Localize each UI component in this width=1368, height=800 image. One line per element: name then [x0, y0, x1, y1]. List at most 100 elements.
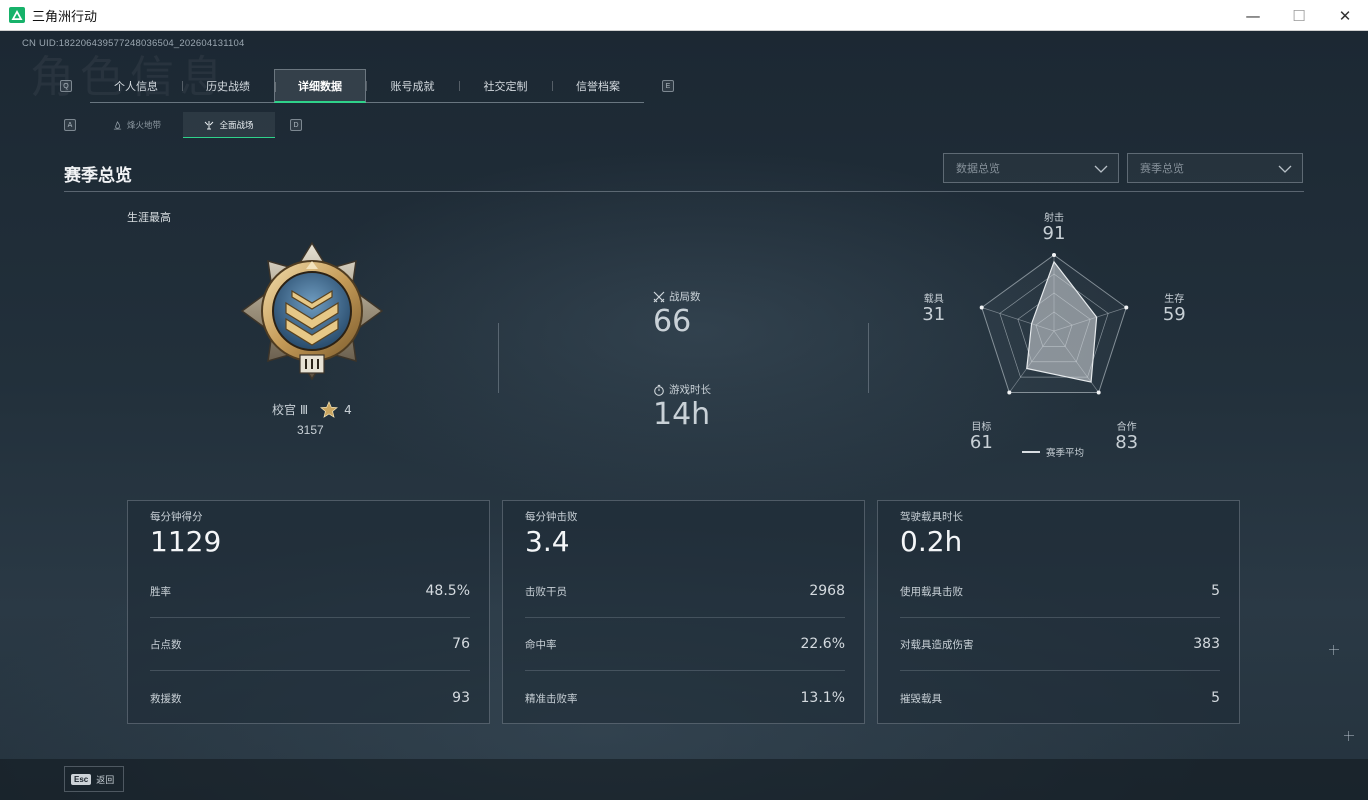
- card-row-label: 精准击败率: [525, 692, 578, 705]
- game-viewport: 角色信息 CN UID:1822064395772480365​04_20260…: [0, 31, 1368, 800]
- mode-next-key[interactable]: D: [290, 119, 302, 131]
- chevron-down-icon: [1094, 165, 1108, 173]
- player-uid: CN UID:1822064395772480365​04_2026041311…: [22, 38, 245, 49]
- tab-achievements[interactable]: 账号成就: [366, 69, 459, 103]
- radar-axis-label: 射击: [1044, 213, 1064, 224]
- close-button[interactable]: ✕: [1322, 0, 1368, 31]
- card-row-value: 22.6%: [800, 636, 845, 652]
- mode-prev-key[interactable]: A: [64, 119, 76, 131]
- tab-personal-info[interactable]: 个人信息: [90, 69, 182, 103]
- radar-axis-value: 31: [922, 303, 946, 325]
- tab-social-custom[interactable]: 社交定制: [459, 69, 552, 103]
- radar-vertex-dot: [979, 305, 984, 310]
- career-best-label: 生涯最高: [127, 211, 171, 224]
- flame-icon: [113, 120, 122, 130]
- decor-crosshair: [1329, 645, 1339, 655]
- card-row-label: 占点数: [150, 638, 182, 651]
- tab-mode-battlefield-label: 全面战场: [219, 120, 254, 131]
- stat-card-kills: 每分钟击败 3.4 击败干员 2968 命中率 22.6% 精准击败率 13.1%: [502, 500, 865, 724]
- card-row: 使用载具击败 5: [900, 581, 1220, 601]
- rank-info: 校官 Ⅲ 4: [272, 401, 352, 418]
- column-divider: [868, 323, 869, 393]
- card-divider: [150, 670, 470, 671]
- tab-detailed-data[interactable]: 详细数据: [274, 69, 366, 103]
- card-title: 每分钟得分: [150, 511, 203, 523]
- card-row: 摧毁载具 5: [900, 688, 1220, 708]
- radar-axis-value: 91: [1042, 223, 1066, 244]
- card-divider: [900, 617, 1220, 618]
- card-row-value: 2968: [809, 583, 845, 599]
- window-titlebar: 三角洲行动 — ☐ ✕: [0, 0, 1368, 31]
- tab-prev-key[interactable]: Q: [60, 80, 72, 92]
- back-button[interactable]: Esc 返回: [64, 766, 124, 792]
- main-tab-bar: Q 个人信息 历史战绩 详细数据 账号成就 社交定制 信誉档案 E: [60, 69, 674, 103]
- card-row: 占点数 76: [150, 634, 470, 654]
- card-divider: [525, 617, 845, 618]
- card-divider: [525, 670, 845, 671]
- tab-reputation[interactable]: 信誉档案: [552, 69, 644, 103]
- card-main-value: 3.4: [525, 525, 570, 558]
- radar-vertex-dot: [1007, 390, 1012, 395]
- battlefield-icon: [205, 120, 214, 129]
- card-row-label: 胜率: [150, 585, 171, 598]
- card-title: 驾驶载具时长: [900, 511, 963, 523]
- tab-mode-battlefield[interactable]: 全面战场: [183, 112, 275, 138]
- stat-card-vehicle: 驾驶载具时长 0.2h 使用载具击败 5 对载具造成伤害 383 摧毁载具 5: [877, 500, 1240, 724]
- radar-vertex-dot: [1124, 305, 1129, 310]
- rank-badge-icon: [240, 241, 384, 381]
- card-row-value: 5: [1211, 690, 1220, 706]
- tab-mode-operations[interactable]: 烽火地带: [91, 112, 183, 138]
- card-divider: [900, 670, 1220, 671]
- radar-axis-value: 61: [969, 432, 993, 454]
- card-row-label: 使用载具击败: [900, 585, 963, 598]
- column-divider: [498, 323, 499, 393]
- rank-score: 3157: [297, 423, 324, 437]
- section-divider: [64, 191, 1304, 192]
- card-row-value: 5: [1211, 583, 1220, 599]
- stat-card-score: 每分钟得分 1129 胜率 48.5% 占点数 76 救援数 93: [127, 500, 490, 724]
- window-title: 三角洲行动: [32, 9, 98, 25]
- matches-value: 66: [653, 304, 692, 339]
- card-row: 命中率 22.6%: [525, 634, 845, 654]
- rank-stars: 4: [344, 402, 352, 417]
- minimize-button[interactable]: —: [1230, 0, 1276, 31]
- rank-name: 校官 Ⅲ: [272, 403, 309, 417]
- radar-axis-label: 载具: [923, 293, 944, 305]
- ability-radar: 射击 91 生存 59 合作 83 目标 61 载具 31: [922, 213, 1190, 453]
- playtime-stat: 游戏时长 14h: [653, 382, 711, 432]
- radar-axis-value: 59: [1162, 303, 1186, 325]
- bottom-bar: [0, 759, 1368, 800]
- card-row: 精准击败率 13.1%: [525, 688, 845, 708]
- card-divider: [150, 617, 470, 618]
- app-logo-icon: [9, 7, 25, 23]
- decor-crosshair: [1344, 731, 1354, 741]
- card-title: 每分钟击败: [525, 511, 578, 523]
- matches-stat: 战局数 66: [653, 289, 701, 339]
- maximize-button[interactable]: ☐: [1276, 0, 1322, 31]
- radar-axis-label: 目标: [971, 422, 992, 434]
- crossed-swords-icon: [653, 291, 665, 302]
- tab-match-history[interactable]: 历史战绩: [182, 69, 274, 103]
- card-main-value: 1129: [150, 525, 222, 558]
- tab-mode-operations-label: 烽火地带: [126, 121, 161, 131]
- card-main-value: 0.2h: [900, 525, 963, 558]
- card-row: 对载具造成伤害 383: [900, 634, 1220, 654]
- matches-label: 战局数: [669, 291, 701, 303]
- card-row: 击败干员 2968: [525, 581, 845, 601]
- main-tabs: 个人信息 历史战绩 详细数据 账号成就 社交定制 信誉档案: [90, 69, 644, 103]
- star-icon: [320, 401, 339, 418]
- legend-swatch: [1022, 451, 1040, 453]
- card-row: 救援数 93: [150, 688, 470, 708]
- season-filter-value: 赛季总览: [1140, 162, 1184, 175]
- tab-next-key[interactable]: E: [662, 80, 674, 92]
- radar-axis-label: 合作: [1116, 422, 1137, 434]
- esc-key: Esc: [71, 773, 92, 785]
- playtime-label: 游戏时长: [669, 384, 711, 396]
- data-filter-value: 数据总览: [956, 162, 1000, 175]
- card-row-value: 13.1%: [800, 690, 845, 706]
- season-filter-dropdown[interactable]: 赛季总览: [1127, 153, 1303, 183]
- data-filter-dropdown[interactable]: 数据总览: [943, 153, 1119, 183]
- radar-axis-value: 83: [1115, 432, 1139, 454]
- card-row-value: 76: [452, 636, 470, 652]
- card-row-label: 救援数: [150, 692, 182, 705]
